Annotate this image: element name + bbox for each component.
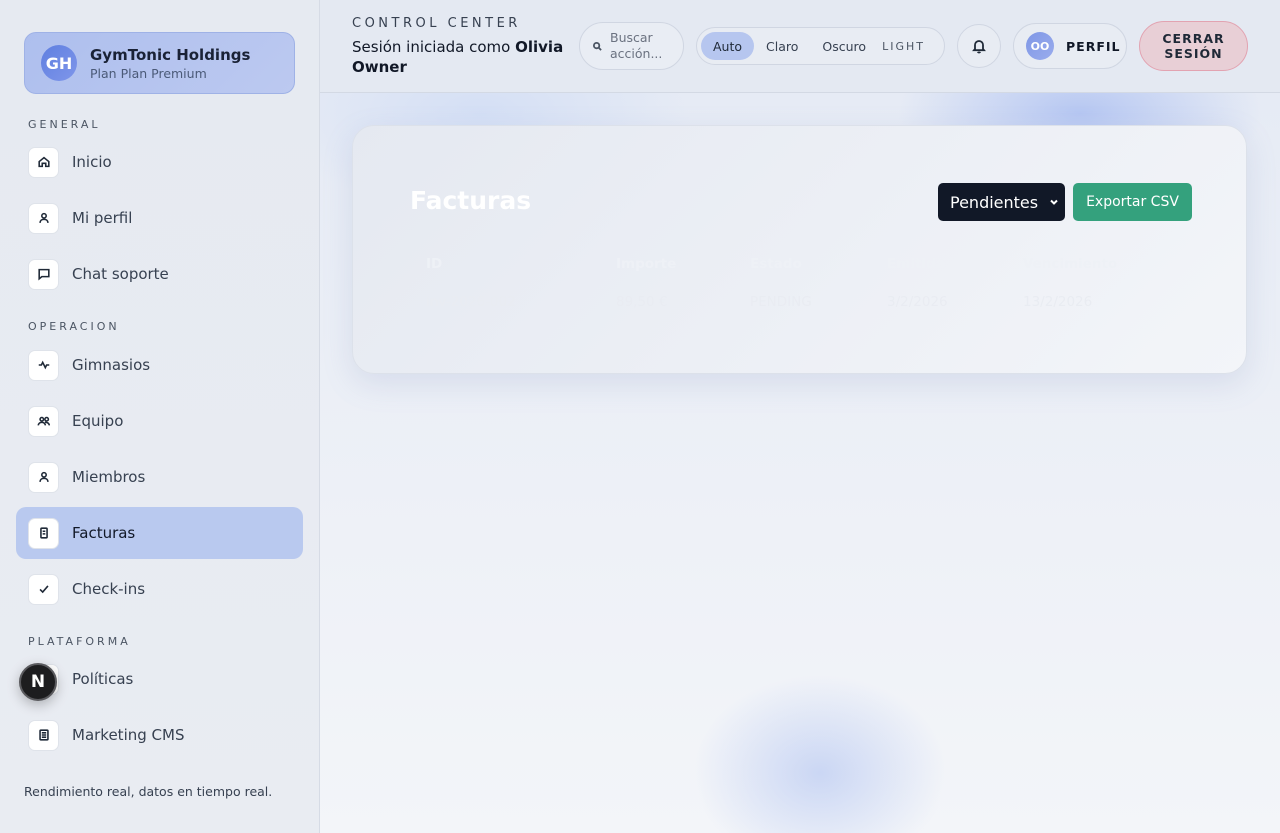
control-center-eyebrow: CONTROL CENTER: [352, 16, 521, 31]
table-cell-importe: 89,50 €: [616, 294, 668, 310]
table-cell-vencimiento: 13/2/2026: [1023, 294, 1093, 310]
column-header-importe: Importe: [616, 256, 677, 272]
sidebar-item-label: Facturas: [72, 524, 136, 542]
org-switcher[interactable]: GH GymTonic Holdings Plan Plan Premium: [24, 32, 295, 94]
sidebar-item-check-ins[interactable]: Check-ins: [16, 563, 303, 615]
sidebar-footer-note: Rendimiento real, datos en tiempo real.: [24, 784, 273, 799]
search-input[interactable]: Buscar acción...: [579, 22, 684, 70]
sidebar-item-inicio[interactable]: Inicio: [16, 136, 303, 188]
search-placeholder: Buscar acción...: [610, 30, 663, 61]
notifications-button[interactable]: [957, 24, 1001, 68]
avatar: OO: [1026, 32, 1054, 60]
sidebar-item-chat-soporte[interactable]: Chat soporte: [16, 248, 303, 300]
table-cell-estado: PENDING: [750, 294, 812, 310]
sidebar-item-facturas[interactable]: Facturas: [16, 507, 303, 559]
profile-button[interactable]: OO PERFIL: [1013, 23, 1127, 69]
main-content: Facturas Pendientes Exportar CSV ID Impo…: [320, 93, 1280, 833]
sidebar-item-marketing-cms[interactable]: Marketing CMS: [16, 709, 303, 761]
topbar: CONTROL CENTER Sesión iniciada como Oliv…: [320, 0, 1280, 93]
session-prefix: Sesión iniciada como: [352, 38, 516, 56]
logout-button[interactable]: CERRAR SESIÓN: [1139, 21, 1248, 71]
users-icon: [28, 405, 59, 437]
page-title: Facturas: [410, 186, 532, 215]
user-icon: [28, 202, 59, 234]
theme-mode-label: LIGHT: [882, 39, 925, 53]
document-icon: [28, 719, 59, 751]
column-header-vencimiento: Vencimiento: [1023, 256, 1118, 272]
column-header-estado: Estado: [750, 256, 802, 272]
sidebar-item-label: Políticas: [72, 670, 134, 688]
session-info: Sesión iniciada como Olivia Owner: [352, 37, 577, 77]
table-cell-id: inv-2026-002: [426, 294, 516, 310]
column-header-id: ID: [426, 256, 443, 272]
sidebar-item-label: Check-ins: [72, 580, 146, 598]
theme-option-oscuro[interactable]: Oscuro: [810, 32, 878, 60]
sidebar-item-politicas[interactable]: Políticas: [16, 653, 303, 705]
chevron-down-icon: [1050, 199, 1058, 205]
home-icon: [28, 146, 59, 178]
activity-icon: [28, 349, 59, 381]
user-icon: [28, 461, 59, 493]
sidebar-item-equipo[interactable]: Equipo: [16, 395, 303, 447]
sidebar-item-miembros[interactable]: Miembros: [16, 451, 303, 503]
theme-option-claro[interactable]: Claro: [754, 32, 810, 60]
sidebar-item-mi-perfil[interactable]: Mi perfil: [16, 192, 303, 244]
invoices-card: Facturas Pendientes Exportar CSV ID Impo…: [352, 125, 1247, 374]
org-avatar: GH: [41, 45, 77, 81]
sidebar-item-label: Miembros: [72, 468, 146, 486]
profile-label: PERFIL: [1066, 38, 1121, 54]
section-label-plataforma: PLATAFORMA: [28, 635, 131, 648]
search-icon: [593, 41, 602, 51]
check-icon: [28, 573, 59, 605]
dev-tools-badge[interactable]: N: [19, 663, 57, 701]
status-filter-select[interactable]: Pendientes: [938, 183, 1065, 221]
table-cell-emitida: 3/2/2026: [887, 294, 948, 310]
sidebar-item-label: Gimnasios: [72, 356, 151, 374]
sidebar-item-label: Mi perfil: [72, 209, 133, 227]
sidebar-item-gimnasios[interactable]: Gimnasios: [16, 339, 303, 391]
sidebar-item-label: Chat soporte: [72, 265, 169, 283]
receipt-icon: [28, 517, 59, 549]
section-label-operacion: OPERACION: [28, 320, 120, 333]
column-header-emitida: Emitida: [887, 256, 945, 272]
chat-icon: [28, 258, 59, 290]
sidebar: GH GymTonic Holdings Plan Plan Premium G…: [0, 0, 320, 833]
section-label-general: GENERAL: [28, 118, 101, 131]
status-filter-value: Pendientes: [950, 192, 1039, 212]
org-plan: Plan Plan Premium: [90, 65, 207, 81]
bell-icon: [972, 40, 986, 54]
export-csv-button[interactable]: Exportar CSV: [1073, 183, 1192, 221]
sidebar-item-label: Marketing CMS: [72, 726, 185, 744]
sidebar-item-label: Equipo: [72, 412, 124, 430]
theme-toggle: Auto Claro Oscuro LIGHT: [696, 27, 945, 65]
sidebar-item-label: Inicio: [72, 153, 112, 171]
theme-option-auto[interactable]: Auto: [701, 32, 755, 60]
org-name: GymTonic Holdings: [90, 45, 251, 64]
